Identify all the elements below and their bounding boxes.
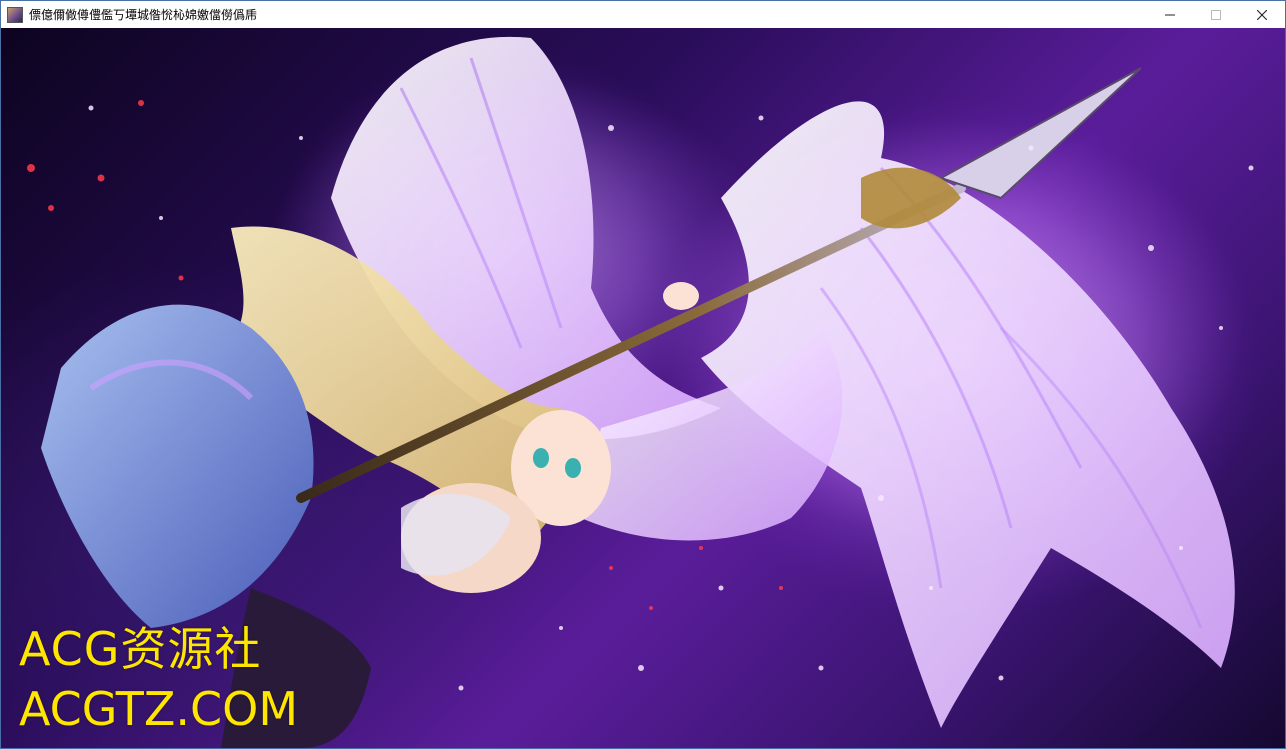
watermark-site-url: ACGTZ.COM <box>19 682 299 736</box>
minimize-button[interactable] <box>1147 1 1193 28</box>
game-viewport[interactable]: ACG资源社 ACGTZ.COM <box>1 28 1285 748</box>
window-controls <box>1147 1 1285 28</box>
watermark-site-name: ACG资源社 <box>19 622 262 676</box>
app-thumbnail-icon[interactable] <box>7 6 23 23</box>
maximize-icon <box>1211 9 1221 20</box>
dress <box>41 304 314 628</box>
maximize-button[interactable] <box>1193 1 1239 28</box>
game-window: 僄億儞僘僔僼儖丂墰城偺恱杺婂嬓儅僗僞乕 ACG资源社 ACGTZ.COM <box>0 0 1286 749</box>
minimize-icon <box>1165 14 1175 15</box>
hand <box>663 282 699 310</box>
close-button[interactable] <box>1239 1 1285 28</box>
title-bar[interactable]: 僄億儞僘僔僼儖丂墰城偺恱杺婂嬓儅僗僞乕 <box>1 1 1285 28</box>
close-icon <box>1257 9 1267 20</box>
window-title: 僄億儞僘僔僼儖丂墰城偺恱杺婂嬓儅僗僞乕 <box>29 8 258 22</box>
